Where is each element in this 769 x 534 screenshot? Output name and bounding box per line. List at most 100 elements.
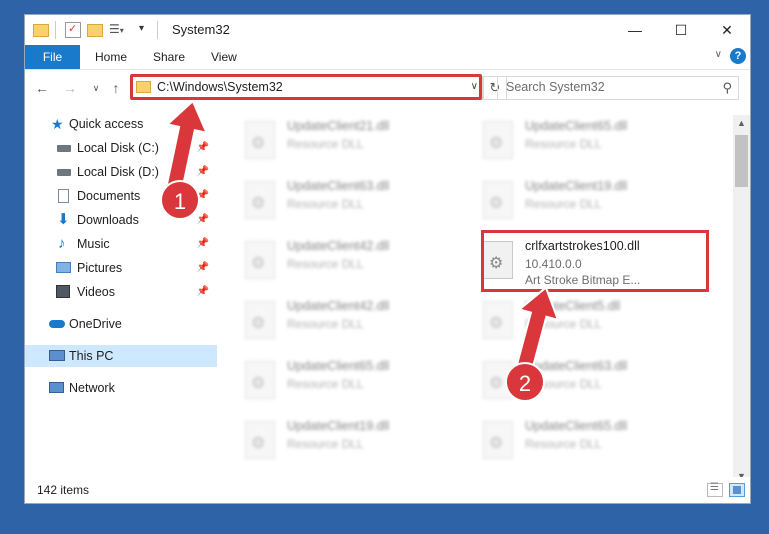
dll-file-icon: ⚙ (483, 121, 513, 159)
dll-file-icon: ⚙ (245, 241, 275, 279)
large-icons-view-icon[interactable] (729, 483, 745, 497)
list-item[interactable]: ⚙ UpdateClient19.dll Resource DLL (475, 175, 705, 231)
new-folder-icon[interactable] (87, 24, 103, 37)
forward-arrow-icon[interactable]: → (61, 79, 79, 97)
sidebar-item-label: This PC (69, 349, 114, 363)
expand-ribbon-icon[interactable]: ∨ (715, 49, 722, 60)
file-name: UpdateClient42.dll (287, 299, 390, 313)
dll-file-icon: ⚙ (483, 421, 513, 459)
list-item[interactable]: ⚙ UpdateClient42.dll Resource DLL (237, 295, 467, 351)
sidebar-item-label: Local Disk (C:) (77, 141, 159, 155)
sidebar-item-label: Local Disk (D:) (77, 165, 159, 179)
sidebar-item-label: OneDrive (69, 317, 122, 331)
sidebar-item-label: Videos (77, 285, 115, 299)
dll-file-icon: ⚙ (245, 181, 275, 219)
up-arrow-icon[interactable]: ↑ (107, 79, 125, 97)
step-badge-2: 2 (505, 362, 545, 402)
sidebar-item-this-pc[interactable]: This PC (25, 345, 217, 367)
file-name: UpdateClient65.dll (287, 359, 390, 373)
file-type: Resource DLL (287, 197, 364, 211)
scrollbar-thumb[interactable] (735, 135, 748, 187)
drive-icon (57, 145, 71, 152)
sidebar-item-videos[interactable]: Videos 📌 (25, 281, 217, 303)
file-name: crlfxartstrokes100.dll (525, 239, 640, 253)
dll-file-icon: ⚙ (245, 361, 275, 399)
file-name: UpdateClient19.dll (525, 179, 628, 193)
this-pc-icon (49, 350, 65, 361)
help-icon[interactable]: ? (730, 48, 746, 64)
search-input[interactable]: Search System32 ⚲ (497, 76, 739, 100)
file-type: Resource DLL (525, 197, 602, 211)
recent-locations-icon[interactable]: ∨ (87, 79, 105, 97)
onedrive-icon (49, 320, 65, 328)
file-version: 10.410.0.0 (525, 257, 582, 271)
downloads-icon: ⬇ (57, 211, 70, 228)
file-type: Resource DLL (287, 257, 364, 271)
videos-icon (56, 285, 70, 298)
details-view-icon[interactable]: ☰ (707, 482, 723, 497)
dll-file-icon: ⚙ (245, 421, 275, 459)
quick-access-dropdown-icon[interactable]: ▾ (139, 23, 144, 34)
tab-share[interactable]: Share (153, 45, 185, 69)
dll-file-icon: ⚙ (245, 301, 275, 339)
file-name: UpdateClient65.dll (525, 119, 628, 133)
item-count: 142 items (37, 483, 90, 497)
customize-toolbar-icon[interactable]: ☰▾ (109, 22, 125, 38)
search-icon[interactable]: ⚲ (722, 80, 732, 96)
sidebar-item-label: Downloads (77, 213, 139, 227)
pictures-icon (56, 262, 71, 273)
address-row: ← → ∨ ↑ C:\Windows\System32 ∨ ↻ Search S… (25, 71, 750, 105)
pin-icon[interactable]: 📌 (197, 281, 209, 303)
folder-icon (136, 81, 151, 93)
scroll-up-icon[interactable]: ▲ (733, 115, 750, 132)
dll-file-icon: ⚙ (483, 241, 513, 279)
tab-view[interactable]: View (211, 45, 237, 69)
list-item[interactable]: ⚙ UpdateClient21.dll Resource DLL (237, 115, 467, 171)
list-item[interactable]: ⚙ UpdateClient63.dll Resource DLL (237, 175, 467, 231)
sidebar-item-label: Quick access (69, 117, 144, 131)
search-placeholder: Search System32 (506, 80, 605, 94)
close-button[interactable]: ✕ (704, 15, 750, 45)
file-name: UpdateClient42.dll (287, 239, 390, 253)
explorer-window: ✓ ☰▾ ▾ System32 — ☐ ✕ File Home Share Vi… (24, 14, 751, 504)
sidebar-item-music[interactable]: ♪ Music 📌 (25, 233, 217, 255)
maximize-button[interactable]: ☐ (658, 15, 704, 45)
file-list: ⚙ UpdateClient21.dll Resource DLL ⚙ Upda… (223, 105, 739, 475)
dll-file-icon: ⚙ (483, 181, 513, 219)
folder-icon (33, 24, 49, 37)
vertical-scrollbar[interactable]: ▲ ▼ (733, 115, 750, 485)
tab-file[interactable]: File (25, 45, 80, 69)
minimize-button[interactable]: — (612, 15, 658, 45)
sidebar-item-label: Network (69, 381, 115, 395)
properties-icon[interactable]: ✓ (65, 22, 81, 38)
sidebar-item-pictures[interactable]: Pictures 📌 (25, 257, 217, 279)
list-item[interactable]: ⚙ UpdateClient65.dll Resource DLL (475, 415, 705, 471)
status-bar: 142 items ☰ (25, 477, 750, 503)
pin-icon[interactable]: 📌 (197, 209, 209, 231)
list-item[interactable]: ⚙ UpdateClient65.dll Resource DLL (475, 115, 705, 171)
pin-icon[interactable]: 📌 (197, 257, 209, 279)
sidebar-item-label: Music (77, 237, 110, 251)
sidebar-item-onedrive[interactable]: OneDrive (25, 313, 217, 335)
ribbon-tabs: File Home Share View ∨ ? (25, 45, 750, 70)
file-name: UpdateClient63.dll (287, 179, 390, 193)
file-name: UpdateClient65.dll (525, 419, 628, 433)
music-icon: ♪ (58, 235, 66, 252)
pin-icon[interactable]: 📌 (197, 233, 209, 255)
list-item[interactable]: ⚙ UpdateClient19.dll Resource DLL (237, 415, 467, 471)
back-arrow-icon[interactable]: ← (33, 79, 51, 97)
documents-icon (58, 189, 69, 203)
list-item[interactable]: ⚙ UpdateClient65.dll Resource DLL (237, 355, 467, 411)
star-icon: ★ (51, 116, 64, 132)
sidebar-item-label: Pictures (77, 261, 123, 275)
dll-file-icon: ⚙ (245, 121, 275, 159)
title-bar: ✓ ☰▾ ▾ System32 — ☐ ✕ (25, 15, 750, 45)
address-dropdown-icon[interactable]: ∨ (471, 81, 478, 92)
list-item[interactable]: ⚙ UpdateClient42.dll Resource DLL (237, 235, 467, 291)
tab-home[interactable]: Home (95, 45, 127, 69)
sidebar-item-network[interactable]: Network (25, 377, 217, 399)
file-type: Resource DLL (525, 137, 602, 151)
file-type: Resource DLL (525, 437, 602, 451)
drive-icon (57, 169, 71, 176)
file-type: Resource DLL (287, 377, 364, 391)
